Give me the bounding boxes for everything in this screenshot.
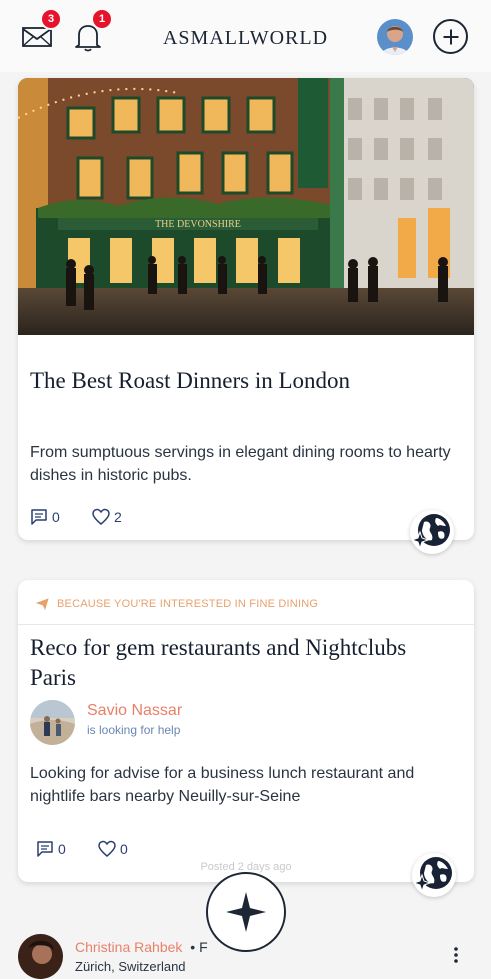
article-card[interactable]: THE DEVONSHIRE The Best Roast Dinners in… (18, 78, 474, 540)
comment-count: 0 (58, 841, 66, 857)
author-status: is looking for help (87, 723, 181, 737)
like-count: 0 (120, 841, 128, 857)
heart-icon (92, 508, 110, 525)
article-description: From sumptuous servings in elegant dinin… (30, 444, 451, 484)
profile-avatar[interactable] (377, 19, 413, 55)
comment-icon (37, 841, 53, 857)
comment-button[interactable]: 0 (30, 508, 60, 526)
like-count: 2 (114, 509, 122, 525)
pub-sign-text: THE DEVONSHIRE (155, 219, 241, 230)
globe-badge (412, 853, 456, 897)
like-button[interactable]: 2 (92, 508, 122, 526)
recommendation-label-text: BECAUSE YOU'RE INTERESTED IN FINE DINING (57, 597, 319, 610)
comment-icon (31, 509, 47, 525)
plane-icon (36, 598, 49, 610)
article-title[interactable]: The Best Roast Dinners in London (30, 366, 350, 396)
next-post-author[interactable]: Christina Rahbek • F (75, 939, 208, 955)
comment-button[interactable]: 0 (36, 840, 66, 858)
post-title[interactable]: Reco for gem restaurants and Nightclubs … (30, 633, 450, 693)
next-post-location: Zürich, Switzerland (75, 959, 186, 974)
more-options-button[interactable] (452, 946, 460, 964)
app-logo[interactable]: ASMALLWORLD (0, 27, 491, 50)
create-post-button[interactable] (433, 19, 468, 54)
post-description: Looking for advise for a business lunch … (30, 765, 415, 805)
recommendation-label: BECAUSE YOU'RE INTERESTED IN FINE DINING (36, 597, 318, 610)
comment-count: 0 (52, 509, 60, 525)
next-post-separator: • F (190, 939, 208, 955)
sparkle-icon (226, 892, 266, 932)
heart-icon (98, 840, 116, 857)
card-divider (18, 624, 474, 625)
top-bar: 3 1 ASMALLWORLD (0, 0, 491, 72)
next-post-avatar[interactable] (18, 934, 63, 979)
article-photo: THE DEVONSHIRE (18, 78, 474, 335)
globe-badge (410, 510, 454, 554)
globe-icon (412, 857, 452, 893)
next-post-author-name[interactable]: Christina Rahbek (75, 939, 182, 955)
like-button[interactable]: 0 (98, 840, 128, 858)
globe-icon (410, 514, 450, 550)
help-request-card[interactable]: BECAUSE YOU'RE INTERESTED IN FINE DINING… (18, 580, 474, 882)
compose-fab[interactable] (206, 872, 286, 952)
author-name[interactable]: Savio Nassar (87, 702, 182, 720)
kebab-menu-icon (454, 947, 458, 963)
author-avatar[interactable] (30, 700, 75, 745)
